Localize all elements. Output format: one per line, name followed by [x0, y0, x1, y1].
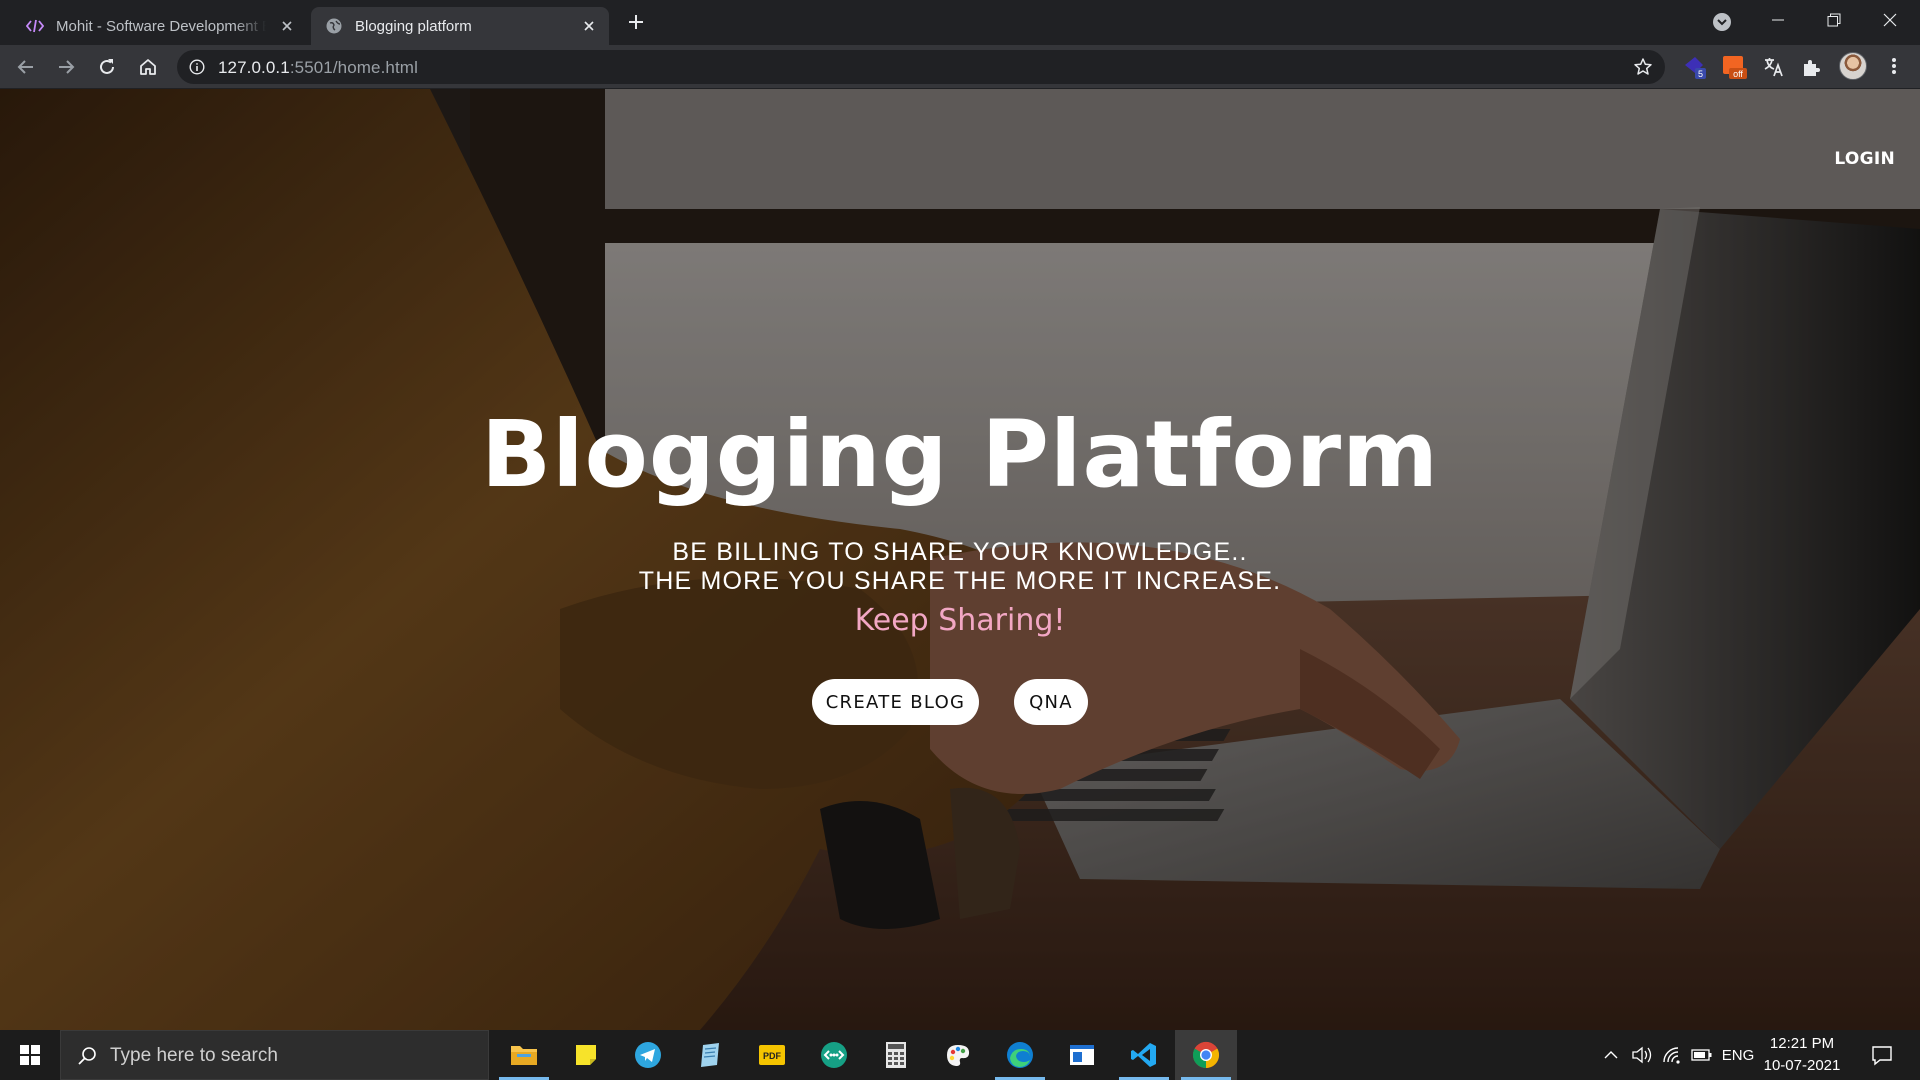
- chevron-up-icon[interactable]: [1598, 1030, 1624, 1080]
- hero-subtitle-line-2: THE MORE YOU SHARE THE MORE IT INCREASE.: [638, 567, 1282, 595]
- url-text: 127.0.0.1:5501/home.html: [218, 58, 418, 77]
- extension-2-icon[interactable]: off: [1721, 53, 1749, 81]
- notepad-icon[interactable]: [679, 1030, 741, 1080]
- qna-button[interactable]: QNA: [1014, 679, 1088, 725]
- svg-text:PDF: PDF: [763, 1051, 782, 1061]
- window-icon[interactable]: [1051, 1030, 1113, 1080]
- new-tab-icon[interactable]: [624, 10, 648, 34]
- address-bar[interactable]: 127.0.0.1:5501/home.html: [177, 50, 1665, 84]
- calculator-icon[interactable]: [865, 1030, 927, 1080]
- search-icon: [77, 1046, 97, 1066]
- extensions-puzzle-icon[interactable]: [1797, 53, 1825, 81]
- hero-tagline: Keep Sharing!: [854, 603, 1066, 638]
- volume-icon[interactable]: [1628, 1030, 1656, 1080]
- paint-icon[interactable]: [927, 1030, 989, 1080]
- close-window-icon[interactable]: [1862, 0, 1918, 40]
- battery-icon[interactable]: [1688, 1030, 1716, 1080]
- translate-extension-icon[interactable]: [1759, 53, 1787, 81]
- hero-subtitle-line-1: BE BILLING TO SHARE YOUR KNOWLEDGE..: [672, 538, 1248, 566]
- connect-icon[interactable]: [803, 1030, 865, 1080]
- close-tab-icon[interactable]: [581, 18, 597, 34]
- notifications-icon[interactable]: [1860, 1030, 1904, 1080]
- reload-icon[interactable]: [93, 53, 121, 81]
- extension-1-icon[interactable]: 5: [1681, 53, 1709, 81]
- taskbar-search-box[interactable]: Type here to search: [60, 1030, 489, 1080]
- pdf-icon[interactable]: PDF: [741, 1030, 803, 1080]
- restore-icon[interactable]: [1806, 0, 1862, 40]
- search-placeholder: Type here to search: [110, 1045, 278, 1066]
- clock[interactable]: 12:21 PM 10-07-2021: [1760, 1033, 1844, 1077]
- browser-toolbar: 127.0.0.1:5501/home.html 5 off: [0, 45, 1920, 89]
- create-blog-button[interactable]: CREATE BLOG: [812, 679, 979, 725]
- site-info-icon[interactable]: [189, 59, 205, 75]
- profile-avatar[interactable]: [1839, 52, 1867, 80]
- close-tab-icon[interactable]: [279, 18, 295, 34]
- forward-icon[interactable]: [52, 53, 80, 81]
- sticky-notes-icon[interactable]: [555, 1030, 617, 1080]
- clock-time: 12:21 PM: [1769, 1035, 1835, 1052]
- edge-icon[interactable]: [989, 1030, 1051, 1080]
- svg-text:off: off: [1733, 69, 1743, 79]
- wifi-icon[interactable]: [1658, 1030, 1686, 1080]
- bookmark-star-icon[interactable]: [1633, 57, 1653, 77]
- code-icon: [26, 17, 44, 35]
- chrome-icon[interactable]: [1175, 1030, 1237, 1080]
- tab-search-icon[interactable]: [1711, 11, 1733, 33]
- tab-active[interactable]: Blogging platform: [311, 7, 609, 45]
- page-hero: LOGIN Blogging Platform BE BILLING TO SH…: [0, 89, 1920, 1030]
- minimize-icon[interactable]: [1750, 0, 1806, 40]
- back-icon[interactable]: [12, 53, 40, 81]
- telegram-icon[interactable]: [617, 1030, 679, 1080]
- tab-title: Mohit - Software Development E: [56, 17, 266, 35]
- tab-inactive[interactable]: Mohit - Software Development E: [12, 7, 307, 45]
- tab-strip: Mohit - Software Development E Blogging …: [0, 0, 1920, 45]
- tab-title: Blogging platform: [355, 17, 472, 35]
- file-explorer-icon[interactable]: [493, 1030, 555, 1080]
- svg-text:5: 5: [1698, 69, 1703, 79]
- clock-date: 10-07-2021: [1763, 1057, 1841, 1074]
- windows-taskbar: Type here to search PDF ENG 12:21 PM 10-…: [0, 1030, 1920, 1080]
- menu-dots-icon[interactable]: [1884, 52, 1904, 80]
- globe-icon: [325, 17, 343, 35]
- language-indicator[interactable]: ENG: [1720, 1030, 1756, 1080]
- hero-title: Blogging Platform: [481, 401, 1439, 508]
- windows-start-icon[interactable]: [0, 1030, 60, 1080]
- login-link[interactable]: LOGIN: [1834, 149, 1895, 169]
- home-icon[interactable]: [134, 53, 162, 81]
- vscode-icon[interactable]: [1113, 1030, 1175, 1080]
